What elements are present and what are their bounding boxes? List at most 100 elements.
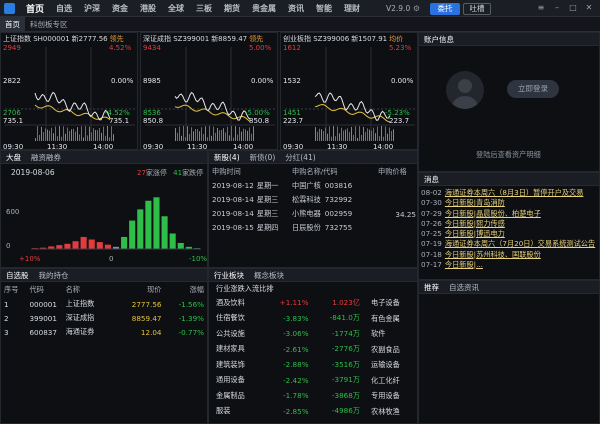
close-icon[interactable]: ✕: [584, 3, 594, 13]
watch-col-header[interactable]: 涨幅: [165, 283, 208, 297]
login-hint[interactable]: 登陆后查看资产明细: [476, 150, 541, 160]
news-link[interactable]: 今日新股|熙力传感: [445, 219, 505, 228]
news-link[interactable]: 海通证券本周六（8月3日）暂停开户及交易: [445, 188, 584, 197]
sector-right-item[interactable]: 运输设备: [371, 357, 417, 373]
sector-right-item[interactable]: 专用设备: [371, 388, 417, 404]
news-item[interactable]: 07-17 今日新股|...: [421, 260, 599, 270]
tab[interactable]: 行业板块: [209, 270, 249, 281]
tab[interactable]: 推荐: [419, 282, 444, 293]
menu-item[interactable]: 港股: [134, 3, 162, 14]
ipo-row[interactable]: 2019-08-14 星期三 小熊电器 002959 34.25: [209, 207, 417, 221]
watch-row[interactable]: 1 000001 上证指数 2777.56 -1.56%: [1, 297, 207, 311]
ipo-row[interactable]: 2019-08-15 星期四 日辰股份 732755: [209, 221, 417, 235]
news-link[interactable]: 今日新股|...: [445, 260, 483, 269]
tab[interactable]: 新债(0): [245, 152, 281, 163]
sector-right-item[interactable]: 有色金属: [371, 311, 417, 327]
menu-item[interactable]: 沪深: [78, 3, 106, 14]
axis-label: 2949: [3, 44, 21, 52]
news-link[interactable]: 今日新股|青岛消防: [445, 198, 505, 207]
sector-row[interactable]: 公共设施 -3.06% -1774万: [213, 326, 363, 342]
index-card[interactable]: 创业板指 SZ399006 新1507.91 均价 1612 5.23% 1532 0.00…: [280, 32, 418, 150]
settings-icon[interactable]: ⚙: [412, 4, 421, 13]
news-link[interactable]: 今日新股|博迅电力: [445, 229, 505, 238]
feedback-button[interactable]: 吐槽: [463, 3, 491, 15]
watch-cell: 2: [4, 313, 9, 323]
menu-item[interactable]: 智能: [310, 3, 338, 14]
news-link[interactable]: 今日新股|苏州科技、国联股份: [445, 250, 541, 259]
ipo-row[interactable]: 2019-08-14 星期三 松霖科技 732992: [209, 193, 417, 207]
sector-right-item[interactable]: 电子设备: [371, 295, 417, 311]
menu-item[interactable]: 自选: [50, 3, 78, 14]
menu-item[interactable]: 期货: [218, 3, 246, 14]
sector-cell: -2.42%: [283, 375, 309, 385]
news-item[interactable]: 07-30 今日新股|青岛消防: [421, 198, 599, 208]
ipo-header-row: 申购时间 申购名称/代码 申购价格: [209, 165, 417, 179]
entrust-button[interactable]: 委托: [430, 3, 460, 15]
maximize-icon[interactable]: □: [568, 3, 578, 13]
news-item[interactable]: 08-02 海通证券本周六（8月3日）暂停开户及交易: [421, 188, 599, 198]
market-tabs: 大盘 融资融券: [1, 151, 207, 164]
watch-cell: 3: [4, 327, 9, 337]
sector-row[interactable]: 住宿餐饮 -3.83% -841.0万: [213, 311, 363, 327]
news-link[interactable]: 今日新股|晶晨股份、柏楚电子: [445, 209, 541, 218]
sub-tab[interactable]: 科创板专区: [25, 19, 73, 30]
menu-item[interactable]: 全球: [162, 3, 190, 14]
axis-label: 1612: [283, 44, 301, 52]
menu-item[interactable]: 资讯: [282, 3, 310, 14]
menu-item[interactable]: 贵金属: [246, 3, 282, 14]
news-item[interactable]: 07-18 今日新股|苏州科技、国联股份: [421, 250, 599, 260]
ipo-code: 003816: [324, 181, 353, 190]
tab[interactable]: 分红(41): [280, 152, 320, 163]
sector-row[interactable]: 服装 -2.85% -4986万: [213, 404, 363, 420]
sector-cell: 建材家具: [216, 344, 245, 354]
index-card[interactable]: 上证指数 SH000001 新2777.56 领先 2949 4.52% 2822 0.00…: [0, 32, 138, 150]
menu-item[interactable]: 资金: [106, 3, 134, 14]
tab[interactable]: 自选资讯: [444, 282, 484, 293]
ipo-col-header: 申购价格: [378, 167, 407, 176]
watch-row[interactable]: 3 600837 海通证券 12.04 -0.77%: [1, 325, 207, 339]
watch-col-header[interactable]: 序号: [1, 283, 26, 297]
ipo-row[interactable]: 2019-08-12 星期一 中国广核 003816: [209, 179, 417, 193]
watch-col-header[interactable]: 代码: [26, 283, 62, 297]
menu-item[interactable]: 理财: [338, 3, 366, 14]
sub-tab[interactable]: 首页: [0, 16, 25, 32]
tab[interactable]: 融资融券: [26, 152, 66, 163]
tab[interactable]: 我的持仓: [34, 270, 74, 281]
login-button[interactable]: 立即登录: [507, 80, 559, 98]
watch-cell: 12.04: [140, 327, 162, 337]
watch-col-header[interactable]: 现价: [116, 283, 165, 297]
tab[interactable]: 新股(4): [209, 152, 245, 163]
sector-row[interactable]: 建材家具 -2.61% -2776万: [213, 342, 363, 358]
menu-icon[interactable]: ≡: [536, 3, 546, 13]
distribution-bar: [169, 233, 176, 249]
menu-item[interactable]: 首页: [20, 2, 50, 15]
news-item[interactable]: 07-19 海通证券本周六（7月20日）交易系统测试公告: [421, 239, 599, 249]
sector-row[interactable]: 金属制品 -1.78% -3868万: [213, 388, 363, 404]
index-card[interactable]: 深证成指 SZ399001 新8859.47 领先 9434 5.00% 8985 0.00…: [140, 32, 278, 150]
news-item[interactable]: 07-29 今日新股|晶晨股份、柏楚电子: [421, 209, 599, 219]
sector-right-item[interactable]: 软件: [371, 326, 417, 342]
menu-item[interactable]: 三板: [190, 3, 218, 14]
sector-row[interactable]: 建筑装饰 -2.88% -3516万: [213, 357, 363, 373]
news-link[interactable]: 海通证券本周六（7月20日）交易系统测试公告: [445, 239, 595, 248]
news-item[interactable]: 07-25 今日新股|博迅电力: [421, 229, 599, 239]
watch-col-header[interactable]: 名称: [63, 283, 116, 297]
sector-right-item[interactable]: 化工化纤: [371, 373, 417, 389]
sector-cell: -2.85%: [283, 406, 309, 416]
sector-row[interactable]: 酒及饮料 +1.11% 1.023亿: [213, 295, 363, 311]
sector-right-item[interactable]: 农副食品: [371, 342, 417, 358]
ipo-code: 732992: [324, 195, 353, 204]
tab[interactable]: 自选股: [1, 270, 34, 281]
tab[interactable]: 概念板块: [249, 270, 289, 281]
minimize-icon[interactable]: –: [552, 3, 562, 13]
sector-right-item[interactable]: 农林牧渔: [371, 404, 417, 420]
watch-cell: 2777.56: [131, 299, 162, 309]
sector-row[interactable]: 通用设备 -2.42% -3791万: [213, 373, 363, 389]
axis-label: 09:30: [143, 143, 164, 150]
news-panel: 消息 08-02 海通证券本周六（8月3日）暂停开户及交易 07-30 今日新股|青岛…: [418, 172, 600, 280]
news-item[interactable]: 07-26 今日新股|熙力传感: [421, 219, 599, 229]
watch-row[interactable]: 2 399001 深证成指 8859.47 -1.39%: [1, 311, 207, 325]
distribution-bar: [88, 239, 95, 249]
axis-label: 735.1: [3, 117, 24, 125]
tab[interactable]: 大盘: [1, 152, 26, 163]
